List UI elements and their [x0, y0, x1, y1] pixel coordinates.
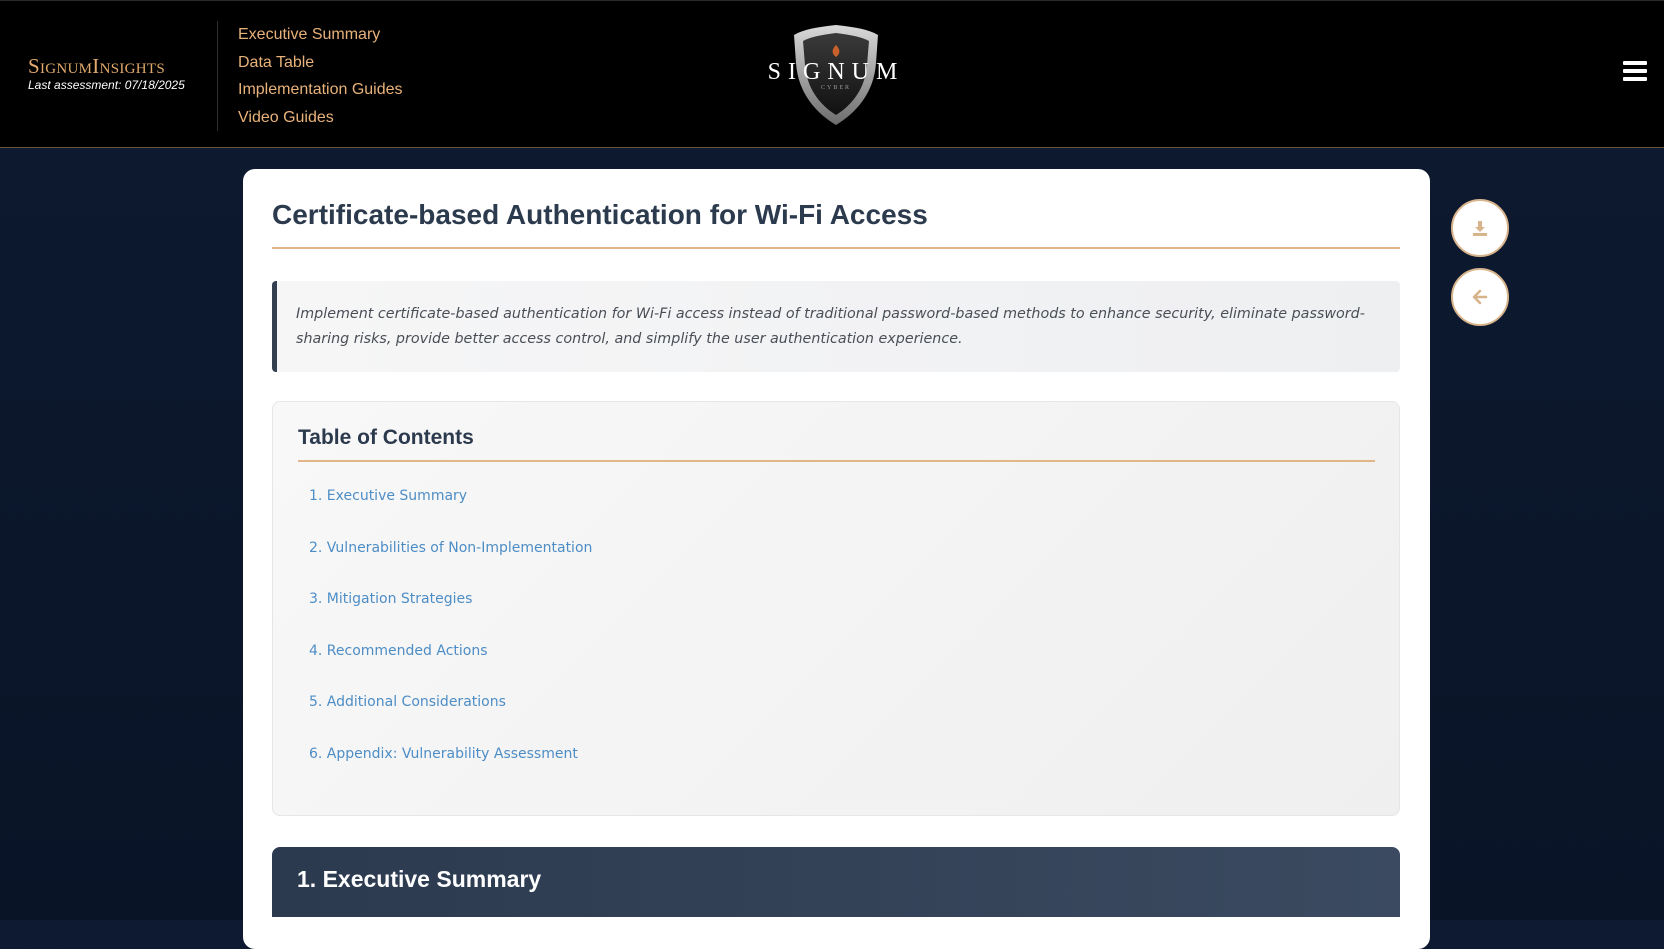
nav-data-table[interactable]: Data Table [238, 49, 403, 77]
hamburger-icon[interactable] [1623, 61, 1647, 83]
nav-video-guides[interactable]: Video Guides [238, 104, 403, 132]
section-executive-summary-heading: 1. Executive Summary [272, 847, 1400, 917]
table-of-contents: Table of Contents 1. Executive Summary 2… [272, 401, 1400, 816]
top-nav: Executive Summary Data Table Implementat… [238, 21, 403, 132]
content-card: Certificate-based Authentication for Wi-… [243, 169, 1430, 949]
brand[interactable]: SignumInsights Last assessment: 07/18/20… [28, 55, 185, 92]
toc-link-recommended-actions[interactable]: 4. Recommended Actions [309, 642, 592, 694]
toc-list: 1. Executive Summary 2. Vulnerabilities … [309, 487, 592, 796]
toc-link-mitigation-strategies[interactable]: 3. Mitigation Strategies [309, 590, 592, 642]
back-button[interactable] [1451, 268, 1509, 326]
last-assessment-date: Last assessment: 07/18/2025 [28, 78, 185, 92]
logo-subtext: CYBER [821, 85, 851, 91]
top-header: SignumInsights Last assessment: 07/18/20… [0, 0, 1664, 148]
brand-name[interactable]: SignumInsights [28, 55, 185, 77]
signum-cyber-logo[interactable]: SIGNUM CYBER [760, 23, 912, 127]
header-divider [217, 21, 218, 131]
toc-link-appendix[interactable]: 6. Appendix: Vulnerability Assessment [309, 745, 592, 797]
arrow-left-icon [1472, 289, 1488, 305]
download-icon [1473, 221, 1487, 236]
toc-link-vulnerabilities[interactable]: 2. Vulnerabilities of Non-Implementation [309, 539, 592, 591]
intro-callout: Implement certificate-based authenticati… [272, 281, 1400, 372]
toc-link-additional-considerations[interactable]: 5. Additional Considerations [309, 693, 592, 745]
logo-text: SIGNUM [768, 59, 905, 85]
nav-implementation-guides[interactable]: Implementation Guides [238, 76, 403, 104]
toc-title: Table of Contents [298, 426, 1375, 462]
page-title: Certificate-based Authentication for Wi-… [272, 199, 1400, 249]
nav-executive-summary[interactable]: Executive Summary [238, 21, 403, 49]
toc-link-executive-summary[interactable]: 1. Executive Summary [309, 487, 592, 539]
download-button[interactable] [1451, 199, 1509, 257]
